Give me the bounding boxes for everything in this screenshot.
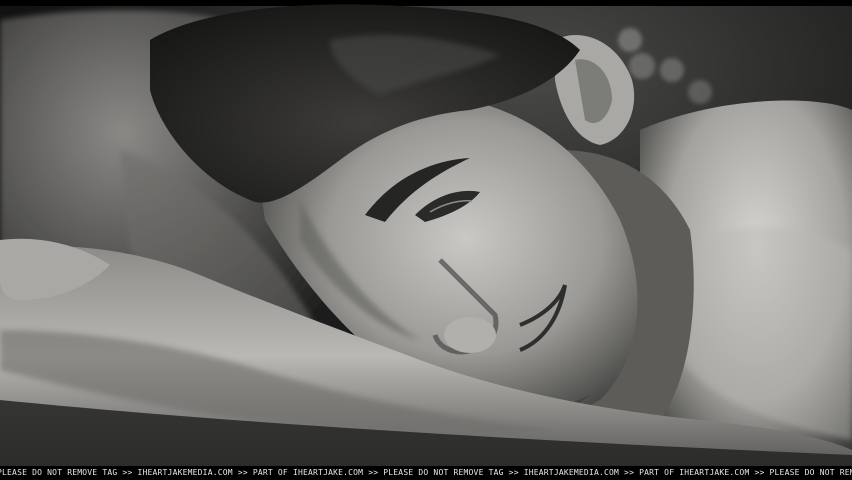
monochrome-photo [0,0,852,466]
watermark-text: PLEASE DO NOT REMOVE TAG >> IHEARTJAKEME… [0,468,852,477]
watermark-bar: PLEASE DO NOT REMOVE TAG >> IHEARTJAKEME… [0,466,852,480]
photo-frame: PLEASE DO NOT REMOVE TAG >> IHEARTJAKEME… [0,0,852,480]
